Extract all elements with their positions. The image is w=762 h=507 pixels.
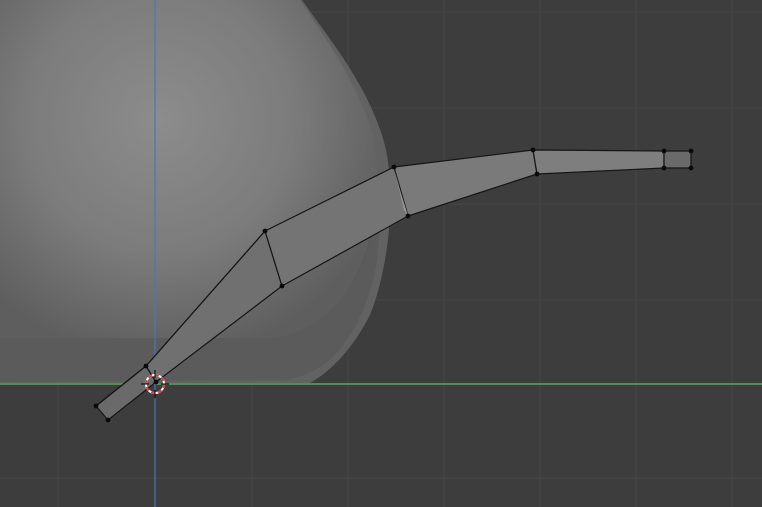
viewport-canvas[interactable] xyxy=(0,0,762,507)
3d-viewport[interactable] xyxy=(0,0,762,507)
